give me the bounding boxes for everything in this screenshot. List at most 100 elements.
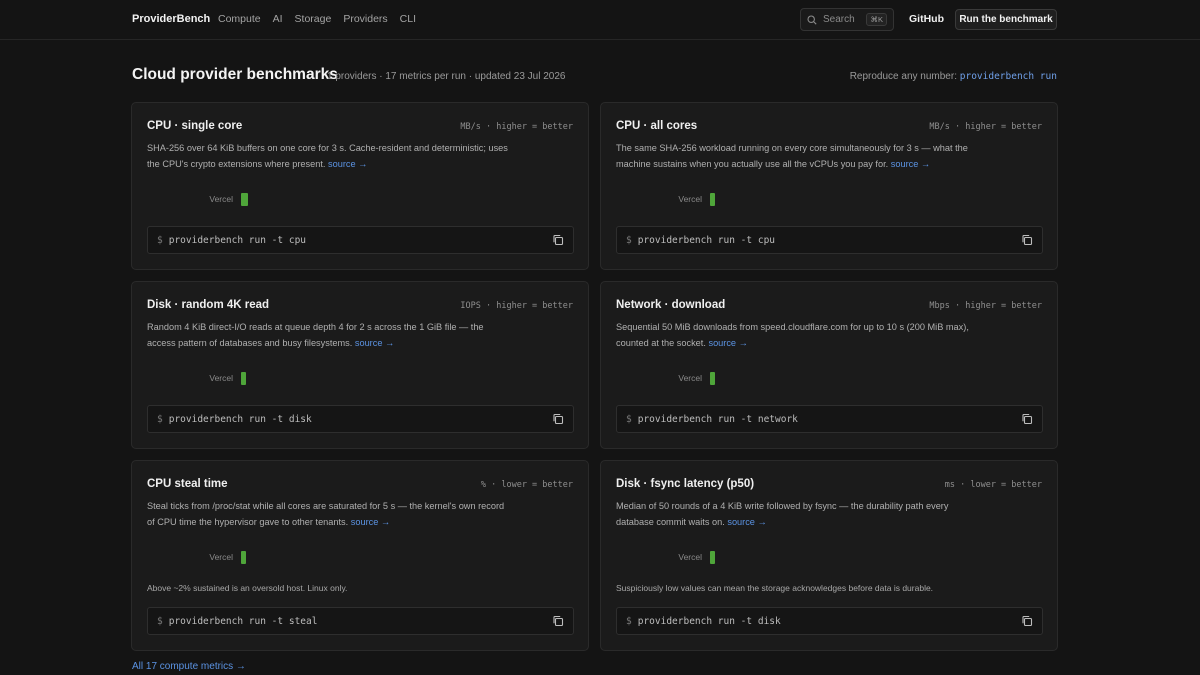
bar-track xyxy=(710,371,910,385)
bar-fill xyxy=(710,192,715,206)
command-text: providerbench run -t cpu xyxy=(168,234,307,246)
bar-track xyxy=(241,371,441,385)
all-metrics-link[interactable]: All 17 compute metrics → xyxy=(132,661,246,672)
command-box: $ providerbench run -t network xyxy=(616,405,1043,433)
command-text: providerbench run -t cpu xyxy=(637,234,776,246)
top-nav: ProviderBench Compute AI Storage Provide… xyxy=(0,0,1200,40)
card-unit: MB/s · higher = better xyxy=(929,122,1042,132)
source-link[interactable]: source → xyxy=(891,159,930,169)
copy-icon[interactable] xyxy=(1021,234,1033,246)
bar-label: Vercel xyxy=(209,552,233,562)
bar-fill xyxy=(241,550,246,564)
card-description-text: Median of 50 rounds of a 4 KiB write fol… xyxy=(616,501,949,527)
card-description-text: Steal ticks from /proc/stat while all co… xyxy=(147,501,505,527)
command-prompt: $ xyxy=(157,234,163,246)
bar-fill xyxy=(710,550,715,564)
command-prompt: $ xyxy=(157,413,163,425)
command-prompt: $ xyxy=(626,615,632,627)
reproduce-command[interactable]: providerbench run xyxy=(960,71,1057,82)
command-text: providerbench run -t disk xyxy=(168,413,312,425)
brand-logo[interactable]: ProviderBench xyxy=(132,13,210,25)
card-description: Sequential 50 MiB downloads from speed.c… xyxy=(616,320,981,351)
command-text: providerbench run -t steal xyxy=(168,615,318,627)
search-shortcut: ⌘K xyxy=(866,13,887,26)
metric-card: Disk · random 4K read IOPS · higher = be… xyxy=(131,281,589,449)
card-note: Above ~2% sustained is an oversold host.… xyxy=(147,583,348,593)
nav-link-cli[interactable]: CLI xyxy=(400,13,416,25)
bar-row: Vercel xyxy=(616,192,910,206)
source-link[interactable]: source → xyxy=(708,338,747,348)
bar-label: Vercel xyxy=(678,194,702,204)
metric-card: CPU · single core MB/s · higher = better… xyxy=(131,102,589,270)
command-prompt: $ xyxy=(157,615,163,627)
bar-row: Vercel xyxy=(616,371,910,385)
source-link[interactable]: source → xyxy=(328,159,367,169)
command-prompt: $ xyxy=(626,234,632,246)
command-box: $ providerbench run -t steal xyxy=(147,607,574,635)
reproduce-label: Reproduce any number: xyxy=(849,71,957,82)
command-text: providerbench run -t disk xyxy=(637,615,781,627)
command-box: $ providerbench run -t cpu xyxy=(616,226,1043,254)
copy-icon[interactable] xyxy=(1021,615,1033,627)
card-title: Disk · random 4K read xyxy=(147,299,270,311)
command-box: $ providerbench run -t cpu xyxy=(147,226,574,254)
bar-track xyxy=(710,192,910,206)
bar-label: Vercel xyxy=(209,373,233,383)
nav-link-ai[interactable]: AI xyxy=(273,13,283,25)
copy-icon[interactable] xyxy=(552,413,564,425)
card-description: Median of 50 rounds of a 4 KiB write fol… xyxy=(616,499,981,530)
copy-icon[interactable] xyxy=(552,615,564,627)
card-title: CPU · all cores xyxy=(616,120,698,132)
bar-track xyxy=(241,550,441,564)
card-title: Network · download xyxy=(616,299,726,311)
bar-row: Vercel xyxy=(616,550,910,564)
source-link[interactable]: source → xyxy=(351,517,390,527)
card-description-text: Sequential 50 MiB downloads from speed.c… xyxy=(616,322,969,348)
nav-link-storage[interactable]: Storage xyxy=(295,13,332,25)
bar-fill xyxy=(241,371,246,385)
search-button[interactable]: Search ⌘K xyxy=(800,8,894,31)
bar-fill xyxy=(241,192,248,206)
bar-track xyxy=(241,192,441,206)
card-unit: MB/s · higher = better xyxy=(460,122,573,132)
copy-icon[interactable] xyxy=(552,234,564,246)
card-title: Disk · fsync latency (p50) xyxy=(616,478,755,490)
page-meta: 1 providers · 17 metrics per run · updat… xyxy=(327,71,566,82)
card-title: CPU · single core xyxy=(147,120,243,132)
card-unit: % · lower = better xyxy=(480,480,573,490)
command-box: $ providerbench run -t disk xyxy=(147,405,574,433)
source-link[interactable]: source → xyxy=(727,517,766,527)
nav-links: Compute AI Storage Providers CLI xyxy=(218,13,416,25)
metric-card: CPU steal time % · lower = better Steal … xyxy=(131,460,589,651)
metric-card: CPU · all cores MB/s · higher = better T… xyxy=(600,102,1058,270)
bar-label: Vercel xyxy=(678,552,702,562)
command-prompt: $ xyxy=(626,413,632,425)
card-note: Suspiciously low values can mean the sto… xyxy=(616,583,934,593)
page-title: Cloud provider benchmarks xyxy=(132,66,338,83)
copy-icon[interactable] xyxy=(1021,413,1033,425)
github-link[interactable]: GitHub xyxy=(909,13,944,25)
bar-row: Vercel xyxy=(147,371,441,385)
bar-label: Vercel xyxy=(209,194,233,204)
bar-row: Vercel xyxy=(147,550,441,564)
reproduce-hint: Reproduce any number: providerbench run xyxy=(850,71,1057,82)
nav-link-providers[interactable]: Providers xyxy=(343,13,387,25)
command-box: $ providerbench run -t disk xyxy=(616,607,1043,635)
bar-label: Vercel xyxy=(678,373,702,383)
search-icon xyxy=(807,14,817,25)
card-unit: ms · lower = better xyxy=(944,480,1042,490)
source-link[interactable]: source → xyxy=(355,338,394,348)
bar-fill xyxy=(710,371,715,385)
nav-link-compute[interactable]: Compute xyxy=(218,13,261,25)
run-benchmark-button[interactable]: Run the benchmark xyxy=(955,9,1057,30)
card-description-text: Random 4 KiB direct-I/O reads at queue d… xyxy=(147,322,484,348)
card-description: The same SHA-256 workload running on eve… xyxy=(616,141,981,172)
card-description: SHA-256 over 64 KiB buffers on one core … xyxy=(147,141,512,172)
card-description: Random 4 KiB direct-I/O reads at queue d… xyxy=(147,320,512,351)
command-text: providerbench run -t network xyxy=(637,413,798,425)
card-unit: IOPS · higher = better xyxy=(460,301,573,311)
bar-row: Vercel xyxy=(147,192,441,206)
card-description: Steal ticks from /proc/stat while all co… xyxy=(147,499,512,530)
card-title: CPU steal time xyxy=(147,478,228,490)
metric-card: Network · download Mbps · higher = bette… xyxy=(600,281,1058,449)
